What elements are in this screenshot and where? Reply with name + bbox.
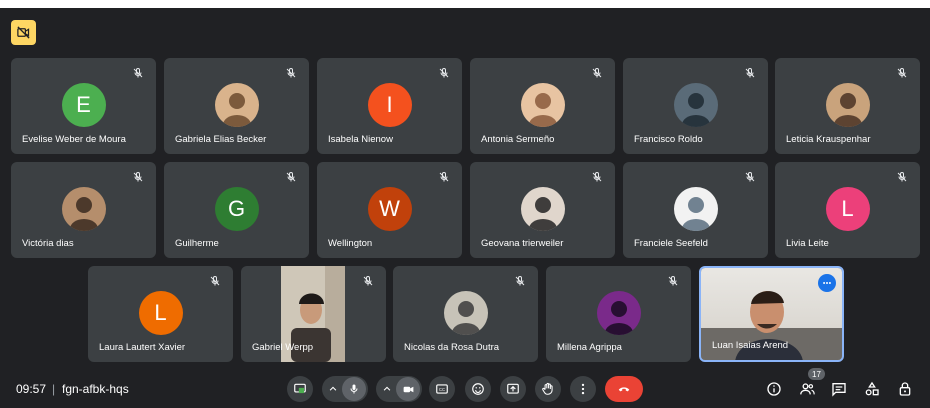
separator: | bbox=[52, 382, 56, 396]
avatar bbox=[673, 187, 718, 231]
camera-group bbox=[376, 376, 422, 402]
participant-name: Geovana trierweiler bbox=[481, 238, 564, 249]
present-button[interactable] bbox=[500, 376, 526, 402]
participant-name: Antonia Sermeño bbox=[481, 134, 555, 145]
participant-tile[interactable]: Franciele Seefeld bbox=[623, 162, 768, 258]
info-icon[interactable] bbox=[765, 380, 783, 398]
participant-count-badge: 17 bbox=[808, 368, 825, 380]
participant-name: Francisco Roldo bbox=[634, 134, 703, 145]
mic-off-icon bbox=[591, 66, 605, 80]
avatar bbox=[520, 83, 565, 127]
participant-name: Laura Lautert Xavier bbox=[99, 342, 186, 353]
participant-tile[interactable]: W Wellington bbox=[317, 162, 462, 258]
participant-name: Franciele Seefeld bbox=[634, 238, 708, 249]
participant-name: Livia Leite bbox=[786, 238, 829, 249]
mic-off-icon bbox=[744, 66, 758, 80]
participant-name: Isabela Nienow bbox=[328, 134, 393, 145]
mic-off-icon bbox=[438, 66, 452, 80]
participant-tile[interactable]: L Livia Leite bbox=[775, 162, 920, 258]
captions-icon: CC bbox=[436, 384, 448, 394]
emoji-icon bbox=[472, 383, 484, 395]
participant-name: Luan Isaias Arend bbox=[712, 340, 789, 351]
participant-tile[interactable]: Millena Agrippa bbox=[546, 266, 691, 362]
mic-off-icon bbox=[591, 170, 605, 184]
avatar bbox=[61, 187, 106, 231]
participant-tile[interactable]: Antonia Sermeño bbox=[470, 58, 615, 154]
mic-off-icon bbox=[285, 66, 299, 80]
mic-off-icon bbox=[744, 170, 758, 184]
chevron-up-icon[interactable] bbox=[324, 384, 342, 394]
raise-hand-icon bbox=[542, 382, 553, 395]
participant-tile[interactable]: Leticia Krauspenhar bbox=[775, 58, 920, 154]
activities-icon[interactable] bbox=[863, 380, 881, 398]
avatar bbox=[673, 83, 718, 127]
end-call-icon bbox=[618, 387, 630, 392]
mic-off-icon bbox=[132, 66, 146, 80]
raise-hand-button[interactable] bbox=[535, 376, 561, 402]
avatar: E bbox=[61, 83, 106, 127]
participant-tile[interactable]: G Guilherme bbox=[164, 162, 309, 258]
participant-tile[interactable]: L Laura Lautert Xavier bbox=[88, 266, 233, 362]
mic-off-icon bbox=[896, 66, 910, 80]
chat-icon[interactable] bbox=[830, 380, 848, 398]
avatar: L bbox=[825, 187, 870, 231]
mic-off-icon bbox=[285, 170, 299, 184]
meet-stage: E Evelise Weber de Moura Gabriela Elias Be… bbox=[0, 8, 930, 408]
svg-text:CC: CC bbox=[439, 387, 445, 392]
avatar: W bbox=[367, 187, 412, 231]
participant-tile[interactable]: Victória dias bbox=[11, 162, 156, 258]
bottom-toolbar: 09:57 | fgn-afbk-hqs CC 17 bbox=[0, 368, 930, 408]
participant-name: Wellington bbox=[328, 238, 373, 249]
avatar: G bbox=[214, 187, 259, 231]
participant-name: Evelise Weber de Moura bbox=[22, 134, 126, 145]
captions-button[interactable]: CC bbox=[429, 376, 455, 402]
participant-name: Gabriel Werpp bbox=[252, 342, 314, 353]
mic-off-icon bbox=[896, 170, 910, 184]
meeting-time: 09:57 bbox=[16, 382, 47, 396]
host-controls-icon[interactable] bbox=[896, 380, 914, 398]
avatar bbox=[214, 83, 259, 127]
mic-off-icon bbox=[514, 274, 528, 288]
mic-off-icon bbox=[438, 170, 452, 184]
participant-name: Guilherme bbox=[175, 238, 219, 249]
participant-tile[interactable]: Geovana trierweiler bbox=[470, 162, 615, 258]
present-icon bbox=[507, 383, 519, 394]
end-call-button[interactable] bbox=[605, 376, 643, 402]
emoji-button[interactable] bbox=[465, 376, 491, 402]
participant-name: Millena Agrippa bbox=[557, 342, 622, 353]
more-options-button[interactable] bbox=[570, 376, 596, 402]
participant-tile[interactable]: I Isabela Nienow bbox=[317, 58, 462, 154]
participant-tile[interactable]: Nicolas da Rosa Dutra bbox=[393, 266, 538, 362]
avatar bbox=[596, 291, 641, 335]
avatar bbox=[443, 291, 488, 335]
screen-share-icon bbox=[294, 383, 306, 394]
avatar bbox=[825, 83, 870, 127]
people-icon[interactable] bbox=[798, 380, 816, 398]
participant-tile[interactable]: Francisco Roldo bbox=[623, 58, 768, 154]
participant-tile[interactable]: Luan Isaias Arend bbox=[699, 266, 844, 362]
no-video-icon[interactable] bbox=[11, 20, 36, 45]
meeting-code: fgn-afbk-hqs bbox=[62, 382, 129, 396]
participant-tile[interactable]: Gabriela Elias Becker bbox=[164, 58, 309, 154]
camera-icon[interactable] bbox=[396, 377, 420, 401]
more-options-icon bbox=[581, 383, 585, 395]
mic-icon[interactable] bbox=[342, 377, 366, 401]
avatar bbox=[520, 187, 565, 231]
mic-off-icon bbox=[362, 274, 376, 288]
mic-off-icon bbox=[132, 170, 146, 184]
mic-off-icon bbox=[667, 274, 681, 288]
mic-off-icon bbox=[209, 274, 223, 288]
screen-share-button[interactable] bbox=[287, 376, 313, 402]
avatar: L bbox=[138, 291, 183, 335]
more-icon[interactable] bbox=[818, 274, 836, 292]
participant-name: Nicolas da Rosa Dutra bbox=[404, 342, 500, 353]
participant-name: Victória dias bbox=[22, 238, 74, 249]
participant-tile[interactable]: Gabriel Werpp bbox=[241, 266, 386, 362]
participant-name: Gabriela Elias Becker bbox=[175, 134, 267, 145]
mic-group bbox=[322, 376, 368, 402]
participant-tile[interactable]: E Evelise Weber de Moura bbox=[11, 58, 156, 154]
chevron-up-icon[interactable] bbox=[378, 384, 396, 394]
participant-name: Leticia Krauspenhar bbox=[786, 134, 871, 145]
avatar: I bbox=[367, 83, 412, 127]
